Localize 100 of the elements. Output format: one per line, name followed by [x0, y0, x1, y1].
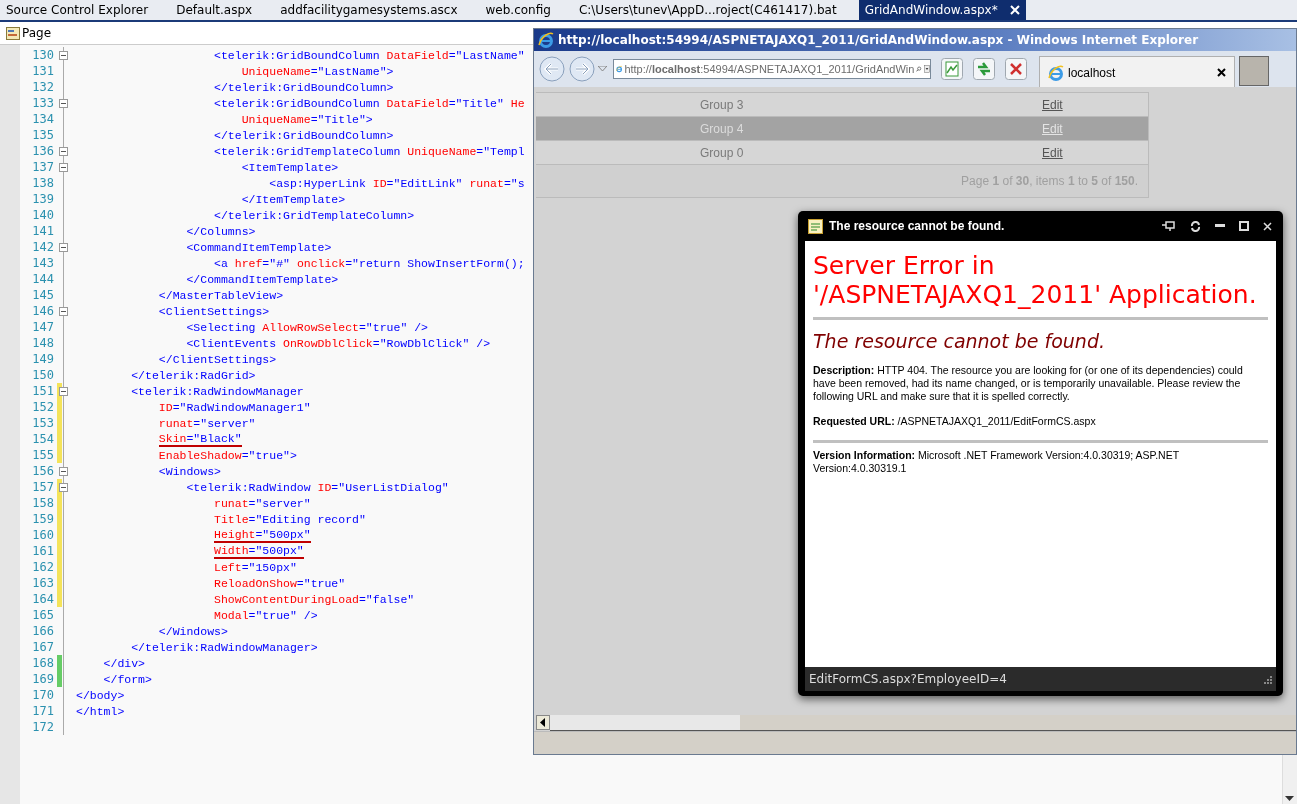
code-line: <telerik:GridBoundColumn DataField="LastName" — [214, 48, 525, 62]
ring-logo-icon — [1048, 64, 1064, 81]
line-number: 144 — [31, 272, 54, 286]
editor-tab[interactable]: Default.aspx — [170, 0, 259, 20]
line-number: 172 — [31, 720, 54, 734]
line-number: 167 — [31, 640, 54, 654]
code-line: </telerik:GridTemplateColumn> — [214, 208, 415, 222]
line-number: 154 — [31, 432, 54, 446]
code-line: <CommandItemTemplate> — [186, 240, 332, 254]
line-number: 165 — [31, 608, 54, 622]
line-number: 151 — [31, 384, 54, 398]
close-icon[interactable] — [1217, 68, 1226, 77]
line-number: 130 — [31, 48, 54, 62]
code-line: runat="server" — [158, 416, 256, 430]
line-number: 159 — [31, 512, 54, 526]
requested-url-text: Requested URL: /ASPNETAJAXQ1_2011/EditFormCS.aspx — [813, 415, 1097, 428]
code-line: <a href="#" onclick="return ShowInsertForm(); — [214, 256, 525, 270]
editor-tab[interactable]: Source Control Explorer — [0, 0, 155, 20]
scroll-left-icon[interactable] — [536, 715, 550, 730]
reload-icon[interactable] — [1190, 220, 1201, 232]
stop-icon[interactable] — [1005, 58, 1027, 80]
maximize-icon[interactable] — [1239, 221, 1249, 231]
edit-link[interactable]: Edit — [1042, 97, 1063, 112]
scroll-down-icon[interactable] — [1285, 796, 1294, 802]
group-name: Group 4 — [700, 121, 745, 136]
code-line: </body> — [76, 688, 125, 702]
line-number: 142 — [31, 240, 54, 254]
code-line: </Columns> — [186, 224, 256, 238]
browser-tab[interactable]: localhost — [1039, 56, 1235, 88]
error-heading: Server Error in '/ASPNETAJAXQ1_2011' Application. — [813, 251, 1258, 309]
navigation-dropdown[interactable]: Page — [6, 26, 52, 40]
group-name: Group 3 — [700, 97, 745, 112]
code-line: <asp:HyperLink ID="EditLink" runat="s — [269, 176, 525, 190]
line-number: 135 — [31, 128, 54, 142]
line-number: 158 — [31, 496, 54, 510]
version-info-text: Version Information: Microsoft .NET Framework Version:4.0.30319; ASP.NET Version:4.0.30319.1 — [813, 449, 1180, 475]
dialog-title: The resource cannot be found. — [829, 219, 1006, 233]
back-icon[interactable] — [538, 55, 566, 83]
error-subheading: The resource cannot be found. — [813, 330, 1106, 352]
collapse-icon[interactable] — [59, 146, 68, 156]
line-number: 139 — [31, 192, 54, 206]
code-line: </ClientSettings> — [158, 352, 277, 366]
collapse-icon[interactable] — [59, 482, 68, 492]
editor-tab[interactable]: GridAndWindow.aspx* — [858, 0, 1026, 20]
line-number: 136 — [31, 144, 54, 158]
scrollbar[interactable] — [534, 714, 1296, 731]
line-number: 156 — [31, 464, 54, 478]
code-line: Title="Editing record" — [214, 512, 366, 526]
code-line: <Selecting AllowRowSelect="true" /> — [186, 320, 428, 334]
compatibility-icon[interactable] — [941, 58, 963, 80]
collapse-icon[interactable] — [59, 466, 68, 476]
code-line: <ItemTemplate> — [241, 160, 339, 174]
collapse-icon[interactable] — [59, 162, 68, 172]
address-field[interactable]: http://localhost:54994/ASPNETAJAXQ1_2011/GridAndWin — [613, 59, 931, 79]
code-line: Left="150px" — [214, 560, 297, 574]
code-line: </div> — [103, 656, 146, 670]
line-number: 162 — [31, 560, 54, 574]
line-number: 168 — [31, 656, 54, 670]
line-number: 153 — [31, 416, 54, 430]
code-line: <telerik:RadWindow ID="UserListDialog" — [186, 480, 449, 494]
resize-grip-icon[interactable] — [1263, 674, 1272, 684]
collapse-icon[interactable] — [59, 50, 68, 60]
line-number: 131 — [31, 64, 54, 78]
ring-logo-icon — [538, 32, 554, 48]
new-tab-button[interactable] — [1239, 56, 1269, 86]
code-line: </telerik:GridBoundColumn> — [214, 80, 394, 94]
code-line: ReloadOnShow="true" — [214, 576, 346, 590]
code-line: Skin="Black" — [158, 431, 242, 447]
collapse-icon[interactable] — [59, 242, 68, 252]
line-number: 146 — [31, 304, 54, 318]
minimize-icon[interactable] — [1215, 224, 1225, 228]
code-line: <ClientSettings> — [158, 304, 270, 318]
code-line: </Windows> — [158, 624, 228, 638]
code-line: Modal="true" /> — [214, 608, 318, 622]
line-number: 152 — [31, 400, 54, 414]
pin-icon[interactable] — [1162, 221, 1176, 231]
document-icon — [808, 218, 823, 234]
window-title: http://localhost:54994/ASPNETAJAXQ1_2011/GridAndWindow.aspx - Windows Internet Explorer — [558, 33, 1199, 47]
edit-link[interactable]: Edit — [1042, 145, 1063, 160]
status-text: EditFormCS.aspx?EmployeeID=4 — [809, 672, 1007, 686]
form-icon — [6, 26, 20, 40]
code-line: ShowContentDuringLoad="false" — [214, 592, 415, 606]
dropdown-icon[interactable] — [598, 66, 607, 72]
code-line: </telerik:GridBoundColumn> — [214, 128, 394, 142]
line-number: 170 — [31, 688, 54, 702]
editor-tab[interactable]: C:\Users\tunev\AppD...roject(C461417).bat — [572, 0, 843, 20]
forward-icon[interactable] — [568, 55, 596, 83]
editor-tab[interactable]: web.config — [479, 0, 557, 20]
line-number: 155 — [31, 448, 54, 462]
collapse-icon[interactable] — [59, 98, 68, 108]
line-number: 157 — [31, 480, 54, 494]
editor-tab[interactable]: addfacilitygamesystems.ascx — [274, 0, 464, 20]
code-line: ID="RadWindowManager1" — [158, 400, 311, 414]
address-text: http://localhost:54994/ASPNETAJAXQ1_2011/GridAndWin — [624, 63, 915, 75]
collapse-icon[interactable] — [59, 386, 68, 396]
line-number: 169 — [31, 672, 54, 686]
code-line: </ItemTemplate> — [241, 192, 346, 206]
line-number: 138 — [31, 176, 54, 190]
collapse-icon[interactable] — [59, 306, 68, 316]
refresh-icon[interactable] — [973, 58, 995, 80]
